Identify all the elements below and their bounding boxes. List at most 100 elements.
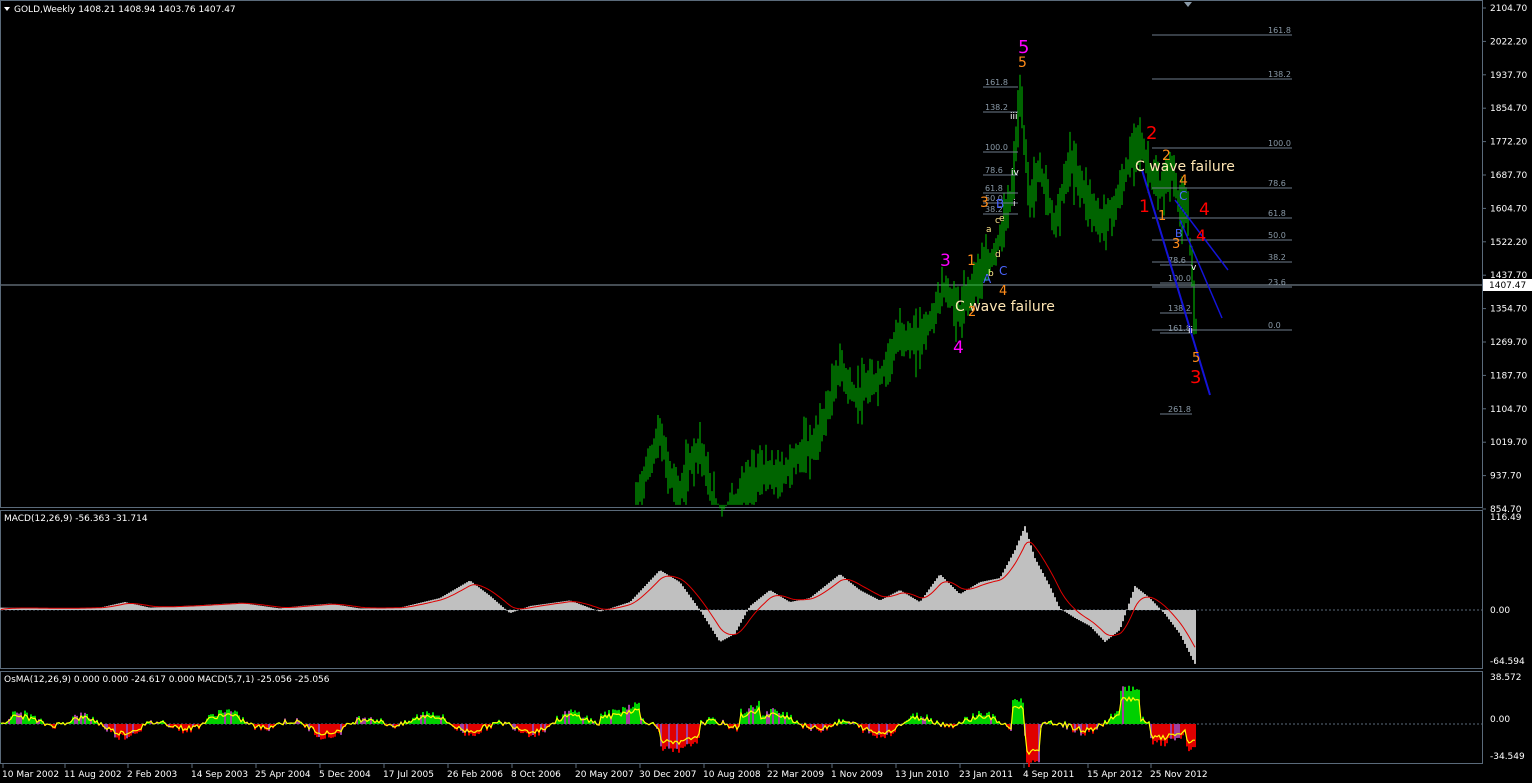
- fib-level-label: 50.0: [1268, 231, 1286, 240]
- price-y-label: 1437.70: [1490, 271, 1527, 281]
- fib-level-label: 23.6: [1268, 278, 1286, 287]
- x-label: 20 May 2007: [575, 770, 634, 780]
- current-price-value: 1407.47: [1489, 281, 1526, 291]
- wave-label-blue-B: B: [996, 197, 1004, 211]
- osma-y-label: 0.00: [1490, 715, 1510, 725]
- x-label: 25 Nov 2012: [1150, 770, 1208, 780]
- wave-label-orange-5b: 5: [1192, 351, 1200, 366]
- price-panel-frame: [0, 0, 1483, 508]
- price-y-label: 1187.70: [1490, 371, 1527, 381]
- fib-level-label: 78.6: [1268, 179, 1286, 188]
- wave-label-magenta-3: 3: [940, 251, 951, 271]
- wave-label-orange-5: 5: [1018, 55, 1027, 71]
- macd-header: MACD(12,26,9) -56.363 -31.714: [4, 514, 148, 524]
- fib-left-label: 61.8: [985, 184, 1003, 193]
- x-label: 8 Oct 2006: [511, 770, 561, 780]
- x-label: 23 Jan 2011: [959, 770, 1013, 780]
- price-y-label: 1854.70: [1490, 104, 1527, 114]
- price-y-label: 1269.70: [1490, 338, 1527, 348]
- wave-label-small-ii: ii: [1188, 326, 1193, 336]
- wave-label-orange-1b: 1: [1158, 209, 1166, 224]
- fib-small-label: 100.0: [1168, 274, 1191, 283]
- fib-level-label: 161.8: [1268, 26, 1291, 35]
- wave-label-orange-1: 1: [967, 253, 976, 269]
- price-header: GOLD,Weekly 1408.21 1408.94 1403.76 1407…: [14, 5, 236, 15]
- x-label: 30 Dec 2007: [639, 770, 697, 780]
- macd-histogram: [0, 526, 1196, 664]
- wave-label-orange-4: 4: [999, 284, 1007, 299]
- x-label: 25 Apr 2004: [255, 770, 311, 780]
- wave-label-blue-C2: C: [1179, 189, 1187, 203]
- x-label: 10 Mar 2002: [2, 770, 59, 780]
- price-y-label: 1772.20: [1490, 138, 1527, 148]
- wave-label-red-4b: 4: [1196, 226, 1206, 245]
- price-y-label: 1354.70: [1490, 305, 1527, 315]
- wave-label-orange-3: 3: [980, 195, 989, 211]
- wave-label-small-b: b: [988, 269, 994, 279]
- x-label: 4 Sep 2011: [1023, 770, 1074, 780]
- x-label: 2 Feb 2003: [127, 770, 177, 780]
- wave-label-small-d: d: [995, 250, 1001, 260]
- osma-header: OsMA(12,26,9) 0.000 0.000 -24.617 0.000 …: [4, 675, 330, 685]
- wave-label-orange-4b: 4: [1179, 173, 1188, 189]
- macd-y-label: -64.594: [1490, 657, 1525, 667]
- wave-label-small-v: v: [1191, 263, 1197, 273]
- price-y-label: 1104.70: [1490, 405, 1527, 415]
- osma-y-label: -34.549: [1490, 752, 1525, 762]
- price-y-label: 1522.20: [1490, 238, 1527, 248]
- fib-level-label: 0.0: [1268, 321, 1281, 330]
- wave-label-small-a: a: [986, 225, 992, 235]
- osma-y-label: 38.572: [1490, 673, 1522, 683]
- fib-level-label: 38.2: [1268, 253, 1286, 262]
- macd-panel-frame: [0, 510, 1483, 669]
- axis-labels: 2104.702022.201937.701854.701772.201687.…: [2, 4, 1527, 780]
- fib-left-label: 100.0: [985, 143, 1008, 152]
- chart-canvas: GOLD,Weekly 1408.21 1408.94 1403.76 1407…: [0, 0, 1532, 780]
- wave-label-orange-2: 2: [968, 305, 976, 320]
- x-label: 17 Jul 2005: [383, 770, 434, 780]
- fib-level-label: 61.8: [1268, 209, 1286, 218]
- x-label: 22 Mar 2009: [767, 770, 824, 780]
- wave-label-small-e: e: [999, 214, 1005, 224]
- fib-small-label: 138.2: [1168, 304, 1191, 313]
- x-label: 5 Dec 2004: [319, 770, 371, 780]
- wave-label-blue-C: C: [999, 264, 1007, 278]
- macd-y-label: 0.00: [1490, 606, 1510, 616]
- price-y-label: 1687.70: [1490, 171, 1527, 181]
- x-label: 1 Nov 2009: [831, 770, 883, 780]
- price-y-label: 2022.20: [1490, 37, 1527, 47]
- price-y-label: 1604.70: [1490, 204, 1527, 214]
- fib-small-label: 261.8: [1168, 405, 1191, 414]
- price-y-label: 2104.70: [1490, 4, 1527, 14]
- x-label: 14 Sep 2003: [191, 770, 248, 780]
- wave-label-blue-B2: B: [1175, 227, 1183, 240]
- wave-label-small-iv: iv: [1011, 168, 1020, 178]
- price-y-label: 1019.70: [1490, 438, 1527, 448]
- wave-label-small-iii: iii: [1010, 112, 1018, 122]
- wave-label-red-3: 3: [1190, 367, 1201, 388]
- wave-label-magenta-4: 4: [953, 338, 964, 358]
- dropdown-arrow-icon[interactable]: [4, 7, 10, 11]
- fib-left-label: 78.6: [985, 166, 1003, 175]
- fib-level-label: 138.2: [1268, 70, 1291, 79]
- wave-label-red-2: 2: [1146, 123, 1157, 144]
- x-label: 13 Jun 2010: [895, 770, 949, 780]
- macd-y-label: 116.49: [1490, 513, 1522, 523]
- wave-label-orange-2b: 2: [1162, 148, 1171, 164]
- fib-left-label: 138.2: [985, 103, 1008, 112]
- wave-label-small-i: i: [1013, 199, 1016, 209]
- fib-left-label: 161.8: [985, 78, 1008, 87]
- x-label: 10 Aug 2008: [703, 770, 761, 780]
- wave-label-red-4a: 4: [1199, 200, 1210, 220]
- fibonacci-levels: 161.8138.2100.078.661.850.038.223.60.016…: [983, 26, 1292, 415]
- osma-histogram: [0, 685, 1196, 768]
- fib-level-label: 100.0: [1268, 139, 1291, 148]
- price-y-label: 1937.70: [1490, 71, 1527, 81]
- scroll-marker-icon[interactable]: [1184, 2, 1192, 7]
- x-label: 26 Feb 2006: [447, 770, 503, 780]
- x-label: 11 Aug 2002: [64, 770, 122, 780]
- x-label: 15 Apr 2012: [1087, 770, 1143, 780]
- price-y-label: 937.70: [1490, 472, 1522, 482]
- price-candles: [635, 74, 1197, 517]
- wave-label-red-1: 1: [1139, 197, 1150, 217]
